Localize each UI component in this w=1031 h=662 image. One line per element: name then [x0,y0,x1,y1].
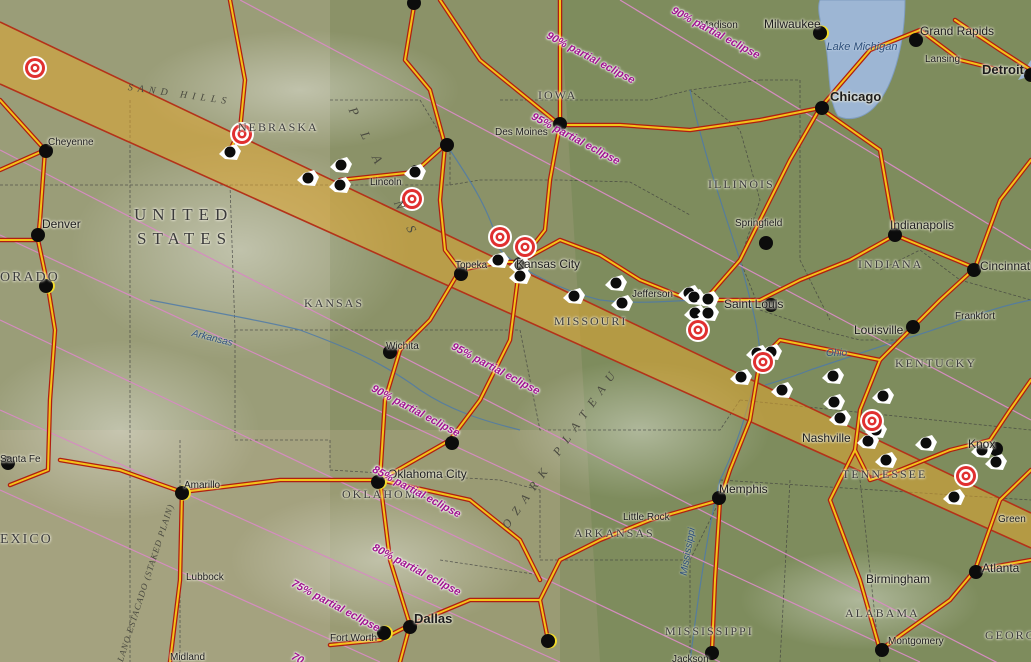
state-colorado: ORADO [0,270,60,285]
city-midland: Midland [170,652,206,662]
city-cincinnati: Cincinnati [980,259,1031,273]
target-icon[interactable] [954,464,978,488]
city-jefferson: Jefferson [632,289,673,300]
country-label-united: UNITED [134,205,234,224]
city-indianapolis: Indianapolis [890,218,955,232]
state-kentucky: KENTUCKY [895,356,977,370]
label-ohio-river: Ohio [826,348,848,359]
target-icon[interactable] [23,56,47,80]
city-chicago: Chicago [830,89,882,104]
target-icon[interactable] [751,350,775,374]
city-dot-icon[interactable] [969,565,983,579]
city-little-rock: Little Rock [623,512,670,523]
city-cheyenne: Cheyenne [48,137,94,148]
state-tennessee: TENNESSEE [842,467,928,481]
city-topeka: Topeka [455,260,488,271]
city-dot-icon[interactable] [440,138,454,152]
city-detroit: Detroit [982,62,1024,77]
city-atlanta: Atlanta [982,561,1020,575]
eclipse-dot-icon[interactable] [541,633,557,649]
city-louisville: Louisville [854,323,904,337]
city-saint-louis: Saint Louis [724,297,784,311]
label-lake-michigan: Lake Michigan [826,41,898,53]
city-greenville: Green [998,514,1026,525]
city-dot-icon[interactable] [967,263,981,277]
state-indiana: INDIANA [858,257,924,271]
city-lubbock: Lubbock [186,572,224,583]
city-fort-worth: Fort Worth [330,633,378,644]
city-jackson: Jackson [672,654,709,662]
state-new-mexico: EXICO [0,532,53,547]
city-knoxville: Knox [968,437,996,451]
city-lansing: Lansing [925,54,961,65]
eclipse-map[interactable]: UNITED STATES SAND HILLS P L A I N S OZA… [0,0,1031,662]
state-illinois: ILLINOIS [708,177,775,191]
city-montgomery: Montgomery [888,636,944,647]
city-dot-icon[interactable] [906,320,920,334]
state-arkansas: ARKANSAS [574,526,655,540]
target-icon[interactable] [860,409,884,433]
city-dot-icon[interactable] [759,236,773,250]
city-kansas-city: Kansas City [516,257,581,271]
state-georgia: GEORG [985,628,1031,642]
country-label-states: STATES [137,229,233,248]
city-birmingham: Birmingham [866,572,931,586]
state-missouri: MISSOURI [554,314,628,328]
city-dot-icon[interactable] [875,643,889,657]
city-dot-icon[interactable] [815,101,829,115]
city-wichita: Wichita [386,341,419,352]
target-icon[interactable] [513,235,537,259]
city-frankfort: Frankfort [955,311,996,322]
city-dot-icon[interactable] [445,436,459,450]
state-alabama: ALABAMA [845,606,920,620]
state-kansas: KANSAS [304,296,365,310]
city-grand-rapids: Grand Rapids [920,24,995,38]
city-amarillo: Amarillo [184,480,221,491]
city-dallas: Dallas [414,611,453,626]
city-santa-fe: Santa Fe [0,454,41,465]
state-iowa: IOWA [538,88,578,102]
city-memphis: Memphis [719,482,768,496]
target-icon[interactable] [488,225,512,249]
city-denver: Denver [42,217,81,231]
city-nashville: Nashville [802,431,851,445]
city-lincoln: Lincoln [370,177,402,188]
city-des-moines: Des Moines [495,127,548,138]
target-icon[interactable] [686,318,710,342]
state-mississippi: MISSISSIPPI [665,624,754,638]
city-springfield: Springfield [735,218,783,229]
state-nebraska: NEBRASKA [238,120,319,134]
city-milwaukee: Milwaukee [764,17,821,31]
